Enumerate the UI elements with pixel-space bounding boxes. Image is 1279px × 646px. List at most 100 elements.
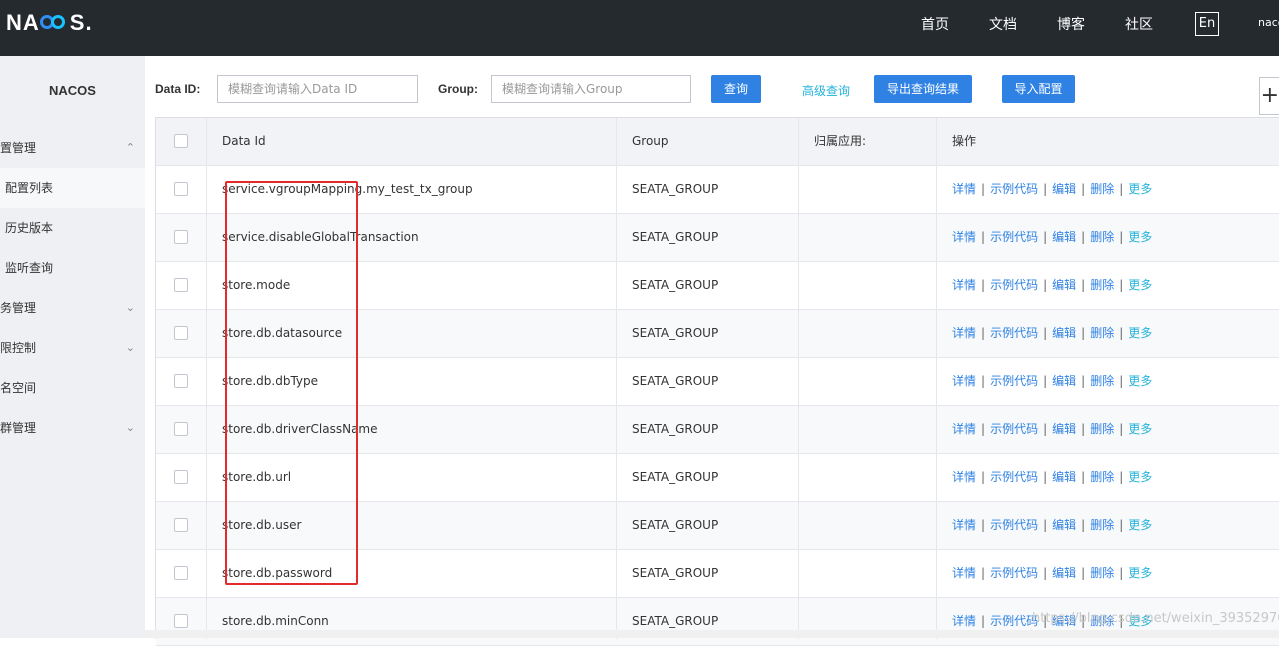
row-checkbox[interactable] <box>174 614 188 628</box>
op-sample-code-link[interactable]: 示例代码 <box>990 470 1038 484</box>
row-checkbox[interactable] <box>174 566 188 580</box>
op-detail-link[interactable]: 详情 <box>952 518 976 532</box>
op-delete-link[interactable]: 删除 <box>1090 230 1114 244</box>
group-cell: SEATA_GROUP <box>632 422 719 436</box>
sidebar-item-service-management[interactable]: 务管理 ⌄ <box>0 288 145 328</box>
op-detail-link[interactable]: 详情 <box>952 470 976 484</box>
group-cell: SEATA_GROUP <box>632 326 719 340</box>
op-sample-code-link[interactable]: 示例代码 <box>990 230 1038 244</box>
op-detail-link[interactable]: 详情 <box>952 326 976 340</box>
horizontal-scrollbar[interactable] <box>145 630 1279 638</box>
op-edit-link[interactable]: 编辑 <box>1052 230 1076 244</box>
op-more-link[interactable]: 更多 <box>1128 230 1152 244</box>
op-separator: | <box>1043 326 1048 340</box>
group-search-input[interactable] <box>491 75 691 103</box>
user-menu[interactable]: nacos <box>1258 16 1279 29</box>
op-delete-link[interactable]: 删除 <box>1090 374 1114 388</box>
row-checkbox[interactable] <box>174 518 188 532</box>
row-checkbox[interactable] <box>174 182 188 196</box>
select-all-checkbox[interactable] <box>174 134 188 148</box>
op-sample-code-link[interactable]: 示例代码 <box>990 566 1038 580</box>
nav-docs[interactable]: 文档 <box>989 14 1017 34</box>
nav-community[interactable]: 社区 <box>1125 14 1153 34</box>
op-sample-code-link[interactable]: 示例代码 <box>990 326 1038 340</box>
op-delete-link[interactable]: 删除 <box>1090 470 1114 484</box>
chevron-down-icon: ⌄ <box>125 421 135 434</box>
row-checkbox[interactable] <box>174 278 188 292</box>
op-detail-link[interactable]: 详情 <box>952 614 976 628</box>
op-edit-link[interactable]: 编辑 <box>1052 518 1076 532</box>
sidebar-item-label: 名空间 <box>0 381 37 395</box>
op-detail-link[interactable]: 详情 <box>952 230 976 244</box>
op-edit-link[interactable]: 编辑 <box>1052 422 1076 436</box>
op-more-link[interactable]: 更多 <box>1128 566 1152 580</box>
sidebar-item-config-management[interactable]: 置管理 ⌃ <box>0 128 145 168</box>
op-more-link[interactable]: 更多 <box>1128 326 1152 340</box>
sidebar-item-cluster-management[interactable]: 群管理 ⌄ <box>0 408 145 448</box>
row-actions: 详情 | 示例代码 | 编辑 | 删除 | 更多 <box>952 214 1152 261</box>
column-header-dataid[interactable]: Data Id <box>222 118 266 165</box>
op-detail-link[interactable]: 详情 <box>952 566 976 580</box>
sidebar-item-history[interactable]: 历史版本 <box>0 208 145 248</box>
op-more-link[interactable]: 更多 <box>1128 518 1152 532</box>
sidebar-item-namespace[interactable]: 名空间 <box>0 368 145 408</box>
column-header-group[interactable]: Group <box>632 118 669 165</box>
op-more-link[interactable]: 更多 <box>1128 470 1152 484</box>
dataid-search-input[interactable] <box>217 75 418 103</box>
op-detail-link[interactable]: 详情 <box>952 374 976 388</box>
op-edit-link[interactable]: 编辑 <box>1052 182 1076 196</box>
add-config-button[interactable]: + <box>1259 77 1279 115</box>
op-more-link[interactable]: 更多 <box>1128 278 1152 292</box>
advanced-query-link[interactable]: 高级查询 <box>802 82 850 99</box>
group-cell: SEATA_GROUP <box>632 278 719 292</box>
chevron-down-icon: ⌄ <box>125 341 135 354</box>
op-edit-link[interactable]: 编辑 <box>1052 470 1076 484</box>
op-more-link[interactable]: 更多 <box>1128 422 1152 436</box>
op-sample-code-link[interactable]: 示例代码 <box>990 278 1038 292</box>
op-delete-link[interactable]: 删除 <box>1090 422 1114 436</box>
language-switch[interactable]: En <box>1195 12 1219 36</box>
sidebar-item-listener-query[interactable]: 监听查询 <box>0 248 145 288</box>
op-sample-code-link[interactable]: 示例代码 <box>990 614 1038 628</box>
dataid-label: Data ID: <box>155 82 201 96</box>
op-delete-link[interactable]: 删除 <box>1090 326 1114 340</box>
column-header-app: 归属应用: <box>814 134 867 148</box>
op-detail-link[interactable]: 详情 <box>952 278 976 292</box>
row-actions: 详情 | 示例代码 | 编辑 | 删除 | 更多 <box>952 406 1152 453</box>
op-more-link[interactable]: 更多 <box>1128 374 1152 388</box>
query-button[interactable]: 查询 <box>711 75 761 103</box>
row-checkbox[interactable] <box>174 422 188 436</box>
row-checkbox[interactable] <box>174 374 188 388</box>
nav-home[interactable]: 首页 <box>921 14 949 34</box>
op-delete-link[interactable]: 删除 <box>1090 278 1114 292</box>
op-sample-code-link[interactable]: 示例代码 <box>990 422 1038 436</box>
nacos-logo[interactable]: NA S. <box>6 10 93 36</box>
nav-blog[interactable]: 博客 <box>1057 14 1085 34</box>
group-cell: SEATA_GROUP <box>632 374 719 388</box>
sidebar-item-access-control[interactable]: 限控制 ⌄ <box>0 328 145 368</box>
import-config-button[interactable]: 导入配置 <box>1002 75 1075 103</box>
op-edit-link[interactable]: 编辑 <box>1052 278 1076 292</box>
op-delete-link[interactable]: 删除 <box>1090 566 1114 580</box>
op-delete-link[interactable]: 删除 <box>1090 518 1114 532</box>
op-delete-link[interactable]: 删除 <box>1090 182 1114 196</box>
op-separator: | <box>1119 326 1124 340</box>
op-more-link[interactable]: 更多 <box>1128 182 1152 196</box>
op-detail-link[interactable]: 详情 <box>952 422 976 436</box>
op-separator: | <box>1043 278 1048 292</box>
op-edit-link[interactable]: 编辑 <box>1052 326 1076 340</box>
op-sample-code-link[interactable]: 示例代码 <box>990 374 1038 388</box>
row-actions: 详情 | 示例代码 | 编辑 | 删除 | 更多 <box>952 310 1152 357</box>
export-results-button[interactable]: 导出查询结果 <box>874 75 972 103</box>
op-sample-code-link[interactable]: 示例代码 <box>990 182 1038 196</box>
op-separator: | <box>1081 422 1086 436</box>
sidebar-brand: NACOS <box>49 83 96 98</box>
row-checkbox[interactable] <box>174 230 188 244</box>
op-edit-link[interactable]: 编辑 <box>1052 374 1076 388</box>
op-detail-link[interactable]: 详情 <box>952 182 976 196</box>
row-checkbox[interactable] <box>174 470 188 484</box>
row-checkbox[interactable] <box>174 326 188 340</box>
op-sample-code-link[interactable]: 示例代码 <box>990 518 1038 532</box>
op-edit-link[interactable]: 编辑 <box>1052 566 1076 580</box>
sidebar-item-config-list[interactable]: 配置列表 <box>0 168 145 208</box>
